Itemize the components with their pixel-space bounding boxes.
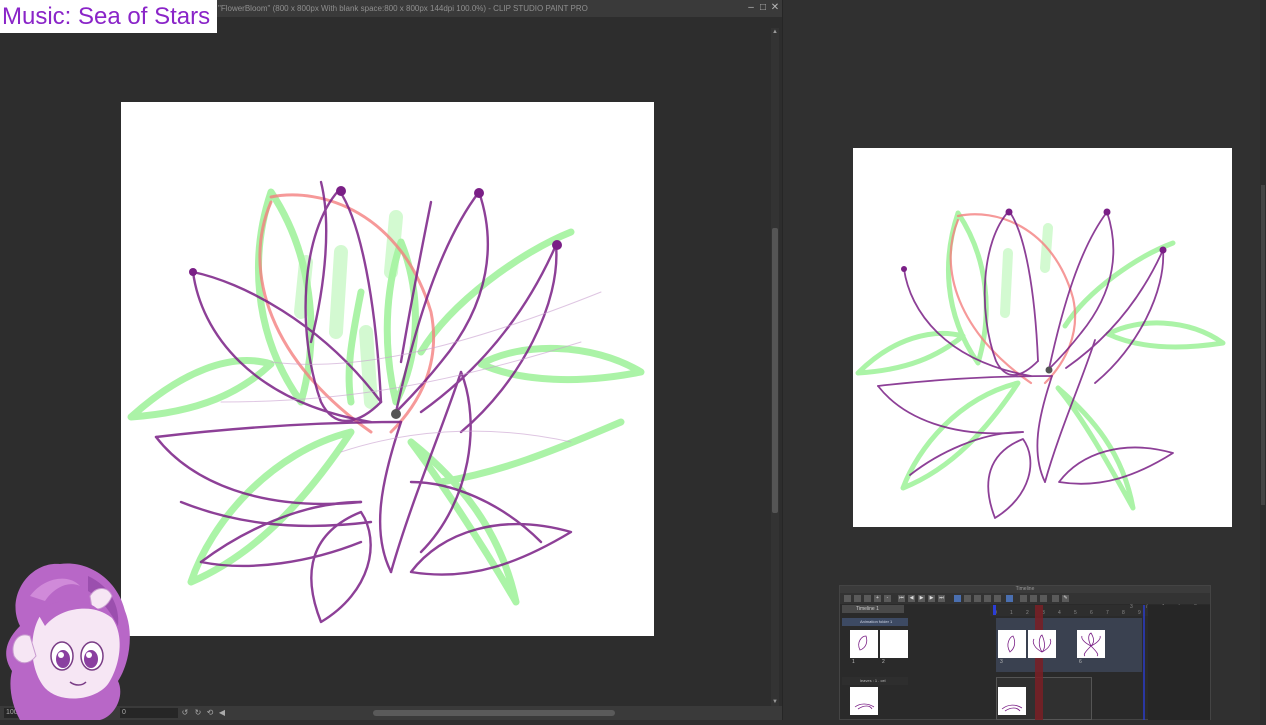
onion-skin-icon[interactable] (994, 595, 1001, 602)
timeline-select[interactable]: Timeline 1 (842, 605, 904, 613)
start-frame-marker[interactable] (993, 605, 996, 615)
lotus-sketch (127, 180, 645, 624)
zoom-out-icon[interactable]: - (884, 595, 891, 602)
scroll-up-icon[interactable]: ▲ (771, 28, 779, 36)
pony-mascot-icon (6, 563, 130, 720)
last-frame-icon[interactable]: ⏭ (938, 595, 945, 602)
timeline-title: Timeline (840, 586, 1210, 593)
folder-thumbnail-1[interactable] (850, 630, 878, 658)
window-title: "FlowerBloom" (800 x 800px With blank sp… (218, 4, 588, 13)
frame-tick-label: 4 (1058, 610, 1061, 616)
frame-tick-label: 5 (1074, 610, 1077, 616)
vertical-scroll-thumb[interactable] (772, 228, 778, 513)
layer-animation-folder[interactable]: Animation folder 1 (842, 618, 908, 626)
timeline-panel: Timeline + - ⏮ ◀ ▶ ▶ ⏭ ✎ Timeline 1 0123… (839, 585, 1211, 720)
drawing-canvas[interactable] (121, 102, 654, 636)
zoom-in-icon[interactable]: + (874, 595, 881, 602)
layer-leaves[interactable]: leaves : 1 . cel (842, 677, 908, 685)
keyframe-interpolation-icon[interactable] (1040, 595, 1047, 602)
reset-rotation-icon[interactable]: ⟲ (205, 708, 215, 718)
lotus-sketch-preview (855, 208, 1226, 519)
previous-frame-icon[interactable]: ◀ (908, 595, 915, 602)
keyframe-icon[interactable] (1020, 595, 1027, 602)
light-table-icon[interactable] (1006, 595, 1013, 602)
cel-number-label: 3 (1000, 659, 1003, 665)
leaves-thumbnail[interactable] (850, 687, 878, 715)
mascot-avatar (0, 556, 140, 720)
frame-rate-icon[interactable] (864, 595, 871, 602)
preview-canvas[interactable] (853, 148, 1232, 527)
music-caption: Music: Sea of Stars (0, 0, 217, 33)
loop-icon[interactable] (954, 595, 961, 602)
maximize-icon[interactable]: □ (757, 2, 769, 14)
timeline-toolbar: + - ⏮ ◀ ▶ ▶ ⏭ ✎ (840, 593, 1210, 604)
rotate-right-icon[interactable]: ↻ (193, 708, 203, 718)
preview-scroll-thumb[interactable] (1261, 185, 1265, 505)
close-icon[interactable]: ✕ (769, 2, 781, 14)
cel-frame-3[interactable] (1028, 630, 1056, 658)
scroll-down-icon[interactable]: ▼ (771, 698, 779, 706)
rotate-left-icon[interactable]: ↺ (180, 708, 190, 718)
cel-number-label: 6 (1079, 659, 1082, 665)
end-frame-marker[interactable] (1143, 605, 1145, 720)
edit-pen-icon[interactable]: ✎ (1062, 595, 1069, 602)
frame-tick-label: 7 (1106, 610, 1109, 616)
keyframe-settings-icon[interactable] (1030, 595, 1037, 602)
scroll-left-icon[interactable]: ◀ (217, 708, 227, 718)
delete-cel-icon[interactable] (984, 595, 991, 602)
new-animation-cel-icon[interactable] (964, 595, 971, 602)
cel-frame-1[interactable] (998, 630, 1026, 658)
frame-tick-label: 8 (1122, 610, 1125, 616)
assign-cel-icon[interactable] (974, 595, 981, 602)
play-icon[interactable]: ▶ (918, 595, 925, 602)
frame-tick-label: 9 (1138, 610, 1141, 616)
vertical-scrollbar[interactable]: ▲ ▼ (771, 28, 779, 706)
timecode-label: 3 (1130, 604, 1133, 610)
frame-tick-label: 2 (1026, 610, 1029, 616)
edit-timeline-icon[interactable] (854, 595, 861, 602)
horizontal-scroll-thumb[interactable] (373, 710, 615, 716)
first-frame-icon[interactable]: ⏮ (898, 595, 905, 602)
preview-scrollbar[interactable] (1260, 0, 1266, 720)
minimize-icon[interactable]: – (745, 2, 757, 14)
folder-thumbnail-2[interactable] (880, 630, 908, 658)
timeline-end-region (1148, 605, 1210, 720)
new-timeline-icon[interactable] (844, 595, 851, 602)
cel-number-label: 2 (882, 659, 885, 665)
camera-icon[interactable] (1052, 595, 1059, 602)
frame-tick-label: 1 (1010, 610, 1013, 616)
frame-tick-label: 6 (1090, 610, 1093, 616)
cel-leaves-frame-1[interactable] (998, 687, 1026, 715)
next-frame-icon[interactable]: ▶ (928, 595, 935, 602)
cel-number-label: 1 (852, 659, 855, 665)
playhead[interactable] (1035, 605, 1043, 720)
cel-frame-6[interactable] (1077, 630, 1105, 658)
